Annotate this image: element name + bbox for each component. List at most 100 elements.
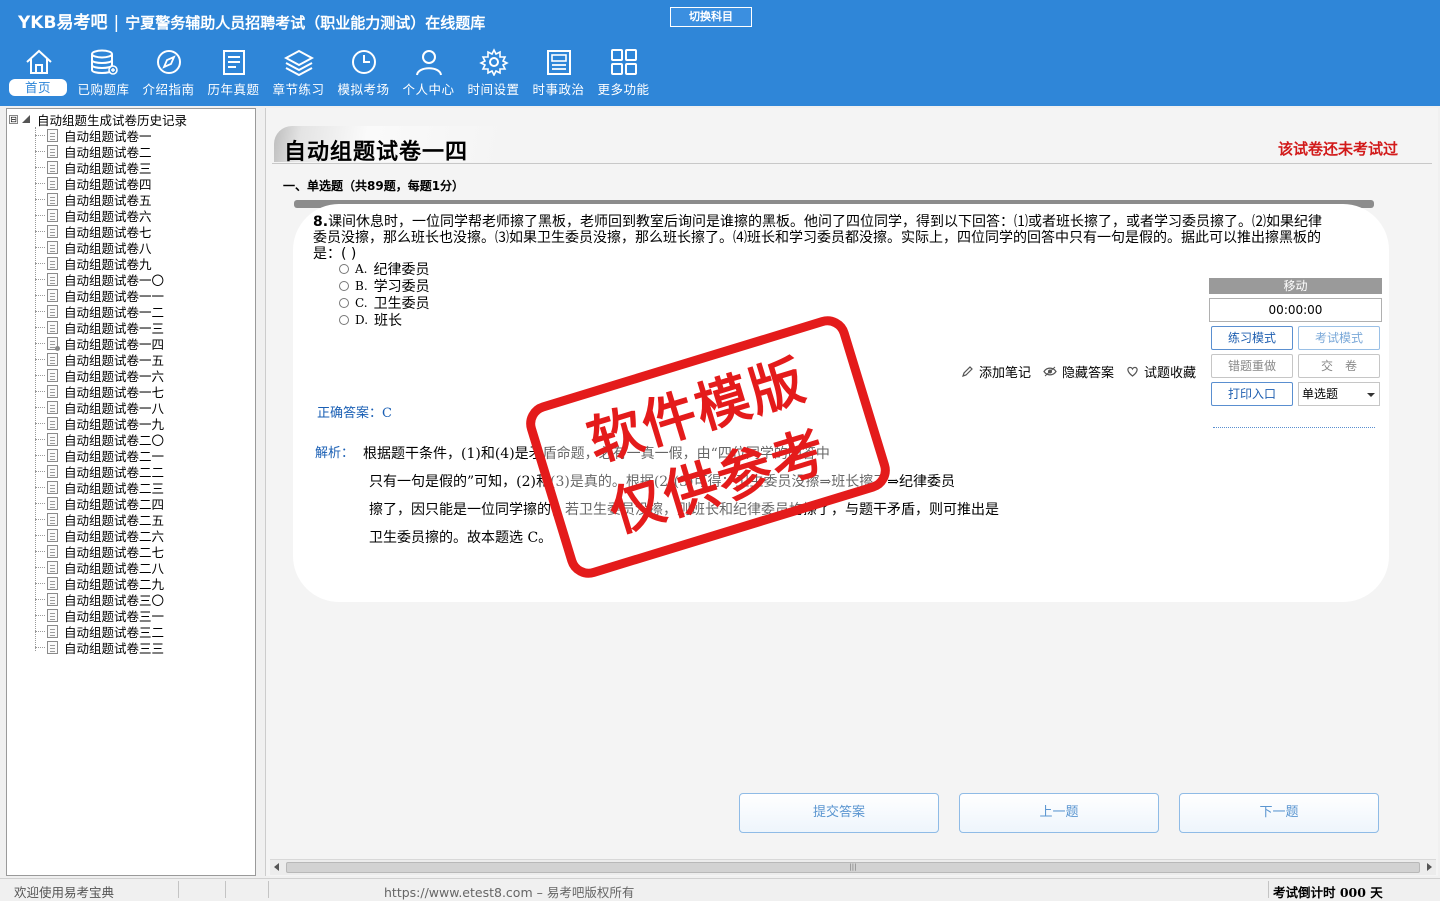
scroll-left-icon[interactable] [274, 863, 279, 871]
panel-scroll-track[interactable] [1213, 427, 1375, 428]
tree-branch-line [35, 534, 45, 536]
brand: YKB易考吧 | 宁夏警务辅助人员招聘考试（职业能力测试）在线题库 [18, 8, 485, 33]
newspaper-icon [546, 50, 571, 75]
collapse-icon[interactable]: ⊟ [9, 114, 18, 124]
favorite-button[interactable]: 试题收藏 [1126, 362, 1196, 381]
compass-icon [156, 50, 181, 74]
document-icon [47, 512, 58, 526]
tree-branch-line [35, 390, 45, 392]
nav-home[interactable]: 首页 [6, 46, 71, 104]
practice-mode-button[interactable]: 练习模式 [1211, 326, 1293, 350]
add-note-button[interactable]: 添加笔记 [961, 362, 1031, 381]
gear-icon [478, 48, 509, 76]
status-copyright: https://www.etest8.com – 易考吧版权所有 [384, 885, 635, 900]
nav-past-papers[interactable]: 历年真题 [201, 46, 266, 104]
radio-icon[interactable] [339, 263, 349, 274]
tree-branch-line [35, 502, 45, 504]
nav-time-settings[interactable]: 时间设置 [461, 46, 526, 104]
document-icon [47, 224, 58, 238]
submit-paper-button[interactable]: 交 卷 [1298, 354, 1380, 378]
tree-branch-line [35, 646, 45, 648]
option-a[interactable]: A. 纪律委员 [339, 260, 430, 278]
app-header: YKB易考吧 | 宁夏警务辅助人员招聘考试（职业能力测试）在线题库 切换科目 首页 … [0, 0, 1440, 106]
options-list: A. 纪律委员 B. 学习委员 C. 卫生委员 D. 班长 [339, 260, 430, 329]
question-stem: 课间休息时，一位同学帮老师擦了黑板，老师回到教室后询问是谁擦的黑板。他问了四位同… [313, 214, 1323, 262]
heart-icon [1127, 366, 1138, 377]
exam-control-panel: 移动 00:00:00 练习模式 考试模式 错题重做 交 卷 打印入口 单选题 [1209, 278, 1382, 428]
document-icon [47, 464, 58, 478]
document-icon [47, 144, 58, 158]
nav-label: 更多功能 [597, 82, 650, 97]
tree-branch-line [35, 230, 45, 232]
document-icon [47, 176, 58, 190]
tree-branch-line [35, 166, 45, 168]
question-type-select[interactable]: 单选题 [1298, 382, 1380, 406]
submit-answer-button[interactable]: 提交答案 [739, 793, 939, 833]
nav-label: 时间设置 [467, 82, 520, 97]
prev-question-button[interactable]: 上一题 [959, 793, 1159, 833]
scroll-right-icon[interactable] [1427, 863, 1432, 871]
document-icon [47, 560, 58, 574]
switch-subject-button[interactable]: 切换科目 [670, 7, 752, 27]
next-question-button[interactable]: 下一题 [1179, 793, 1379, 833]
nav-purchased[interactable]: 已购题库 [71, 46, 136, 104]
analysis-label: 解析： [315, 446, 355, 461]
hide-answer-button[interactable]: 隐藏答案 [1043, 362, 1114, 381]
exam-title: 自动组题试卷一四 [284, 139, 469, 165]
nav-label: 历年真题 [207, 82, 260, 97]
nav-current-affairs[interactable]: 时事政治 [526, 46, 591, 104]
document-icon [47, 384, 58, 398]
redo-wrong-button[interactable]: 错题重做 [1211, 354, 1293, 378]
nav-more-functions[interactable]: 更多功能 [591, 46, 656, 104]
exam-mode-button[interactable]: 考试模式 [1298, 326, 1380, 350]
tree-branch-line [35, 198, 45, 200]
document-icon [47, 432, 58, 446]
paper-history-tree[interactable]: ⊟ 自动组题生成试卷历史记录 自动组题试卷一 自动组题试卷二 自动组题试卷三 自动组题… [6, 108, 256, 876]
answer-value: C [382, 406, 392, 421]
move-handle[interactable]: 移动 [1209, 278, 1382, 294]
option-letter: D. [355, 312, 369, 327]
option-letter: B. [355, 278, 368, 293]
document-icon [47, 400, 58, 414]
nav-chapter-practice[interactable]: 章节练习 [266, 46, 331, 104]
database-icon [90, 49, 118, 75]
tree-branch-line [35, 182, 45, 184]
layers-icon [283, 49, 314, 76]
radio-icon[interactable] [339, 297, 349, 308]
document-icon [47, 256, 58, 270]
option-b[interactable]: B. 学习委员 [339, 277, 430, 295]
nav-label: 个人中心 [402, 82, 455, 97]
tree-item[interactable]: 自动组题试卷三三 [35, 639, 164, 656]
answer-label: 正确答案： [317, 406, 383, 421]
document-list-icon [222, 50, 245, 75]
nav-personal-center[interactable]: 个人中心 [396, 46, 461, 104]
tree-branch-line [35, 438, 45, 440]
tree-branch-line [35, 630, 45, 632]
status-divider [268, 881, 269, 898]
radio-icon[interactable] [339, 280, 349, 291]
correct-answer: 正确答案：C [317, 402, 392, 421]
option-d[interactable]: D. 班长 [339, 311, 430, 329]
tree-branch-line [35, 566, 45, 568]
tree-branch-line [35, 550, 45, 552]
tree-branch-line [35, 470, 45, 472]
nav-guide[interactable]: 介绍指南 [136, 46, 201, 104]
add-note-label: 添加笔记 [979, 366, 1032, 381]
tree-branch-line [35, 246, 45, 248]
horizontal-scrollbar[interactable]: ||| [270, 859, 1436, 875]
document-icon [47, 128, 58, 142]
nav-mock-exam[interactable]: 模拟考场 [331, 46, 396, 104]
tree-branch-line [35, 358, 45, 360]
tree-branch-line [35, 454, 45, 456]
user-icon [415, 50, 442, 76]
radio-icon[interactable] [339, 314, 349, 325]
brand-logo: YKB易考吧 [18, 13, 108, 33]
option-letter: A. [355, 261, 368, 276]
option-c[interactable]: C. 卫生委员 [339, 294, 430, 312]
question-actions: 添加笔记 隐藏答案 试题收藏 [961, 362, 1196, 381]
scrollbar-thumb[interactable]: ||| [286, 862, 1420, 873]
document-icon [47, 368, 58, 382]
tree-branch-line [35, 278, 45, 280]
document-icon [47, 304, 58, 318]
print-entry-button[interactable]: 打印入口 [1211, 382, 1293, 406]
